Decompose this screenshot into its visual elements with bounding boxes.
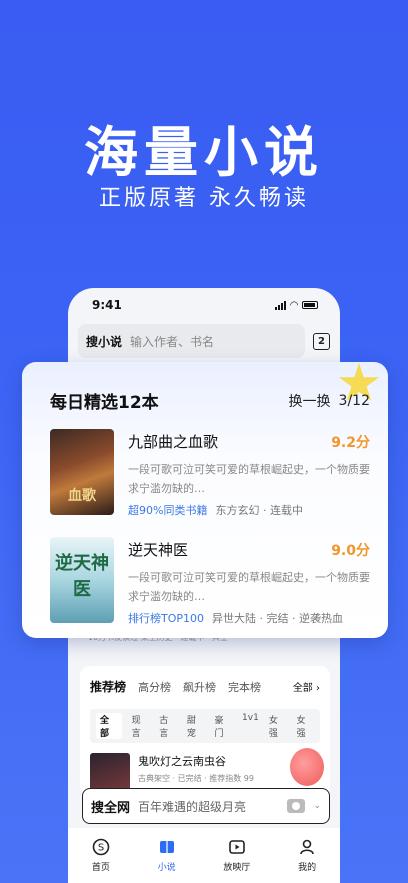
nav-profile[interactable]: 我的 xyxy=(298,838,316,873)
book-cover: 逆天神医 xyxy=(50,537,114,623)
daily-header: 每日精选12本 换一换 3/12 xyxy=(50,362,380,413)
book-cover: 血歌 xyxy=(50,429,114,515)
book-tags: 东方玄幻 · 连载中 xyxy=(215,504,303,517)
daily-picks-card: 每日精选12本 换一换 3/12 血歌 九部曲之血歌 9.2分 一段可歌可泣可笑… xyxy=(22,362,388,638)
ranking-tabs: 推荐榜 高分榜 飙升榜 完本榜 全部 › xyxy=(90,678,320,695)
tab-completed[interactable]: 完本榜 xyxy=(228,679,261,695)
home-s-icon: S xyxy=(92,838,110,856)
ranking-item-title: 鬼吹灯之云南虫谷 xyxy=(138,755,226,768)
battery-icon xyxy=(302,301,318,309)
nav-home[interactable]: S 首页 xyxy=(92,838,110,873)
nav-label: 首页 xyxy=(91,863,110,873)
decoration-balloon xyxy=(290,748,324,786)
search-row: 搜小说 输入作者、书名 2 xyxy=(68,322,340,360)
filter-item[interactable]: 甜宠 xyxy=(187,713,205,739)
signal-icon xyxy=(275,300,287,310)
filter-item[interactable]: 女强 xyxy=(269,713,287,739)
nav-label: 小说 xyxy=(157,863,176,873)
svg-text:S: S xyxy=(98,843,104,854)
book-description: 一段可歌可泣可笑可爱的草根崛起史，一个物质要求宁滥勿缺的… xyxy=(128,571,370,603)
daily-title: 每日精选12本 xyxy=(50,393,159,413)
nav-label: 我的 xyxy=(298,863,317,873)
tab-recommend[interactable]: 推荐榜 xyxy=(90,678,126,695)
cover-text: 逆天神医 xyxy=(55,553,109,600)
ranking-filters: 全部 现言 古言 甜宠 豪门 1v1 女强 女强 xyxy=(90,709,320,743)
book-item[interactable]: 逆天神医 逆天神医 9.0分 一段可歌可泣可笑可爱的草根崛起史，一个物质要求宁滥… xyxy=(50,537,370,629)
filter-item[interactable]: 古言 xyxy=(159,713,177,739)
search-input[interactable]: 搜小说 输入作者、书名 xyxy=(78,324,305,358)
book-item[interactable]: 血歌 九部曲之血歌 9.2分 一段可歌可泣可笑可爱的草根崛起史，一个物质要求宁滥… xyxy=(50,429,370,521)
search-placeholder: 输入作者、书名 xyxy=(130,334,215,349)
nav-theater[interactable]: 放映厅 xyxy=(223,838,250,873)
status-icons: ◠ xyxy=(275,300,318,311)
book-score: 9.2分 xyxy=(331,434,370,451)
filter-item[interactable]: 现言 xyxy=(132,713,150,739)
cover-text: 血歌 xyxy=(68,488,96,504)
status-time: 9:41 xyxy=(92,298,122,312)
book-cover xyxy=(90,753,130,793)
refresh-label: 换一换 xyxy=(288,393,331,410)
book-highlight: 超90%同类书籍 xyxy=(128,504,208,517)
ranking-card: 推荐榜 高分榜 飙升榜 完本榜 全部 › 全部 现言 古言 甜宠 豪门 1v1 … xyxy=(80,666,330,796)
hero-title: 海量小说 xyxy=(84,121,324,184)
book-icon xyxy=(158,838,176,856)
status-bar: 9:41 ◠ xyxy=(68,288,340,322)
book-score: 9.0分 xyxy=(331,542,370,559)
book-tags: 异世大陆 · 完结 · 逆袭热血 xyxy=(212,612,343,625)
global-search-brand: 搜全网 xyxy=(91,800,131,816)
tab-rising[interactable]: 飙升榜 xyxy=(183,679,216,695)
play-icon xyxy=(228,838,246,856)
page-indicator: 3/12 xyxy=(338,392,370,409)
book-title: 九部曲之血歌 xyxy=(128,433,219,451)
camera-icon[interactable] xyxy=(287,799,306,813)
filter-all[interactable]: 全部 xyxy=(96,713,122,739)
refresh-button[interactable]: 换一换 3/12 xyxy=(288,362,380,411)
tab-high-score[interactable]: 高分榜 xyxy=(138,679,171,695)
nav-label: 放映厅 xyxy=(223,863,251,873)
ranking-list-item[interactable]: 鬼吹灯之云南虫谷 古典架空 · 已完结 · 推荐指数 99 xyxy=(90,753,320,793)
hero-subtitle: 正版原著 永久畅读 xyxy=(99,186,309,211)
wifi-icon: ◠ xyxy=(290,299,298,311)
filter-item[interactable]: 豪门 xyxy=(214,713,232,739)
user-icon xyxy=(298,838,316,856)
global-search-placeholder: 百年难遇的超级月亮 xyxy=(138,799,247,814)
filter-item[interactable]: 女强 xyxy=(296,713,314,739)
book-description: 一段可歌可泣可笑可爱的草根崛起史，一个物质要求宁滥勿缺的… xyxy=(128,463,370,495)
ranking-all-link[interactable]: 全部 › xyxy=(293,679,320,694)
global-search-input[interactable]: 搜全网 百年难遇的超级月亮 ⌄ xyxy=(82,788,330,824)
book-meta: 排行榜TOP100 异世大陆 · 完结 · 逆袭热血 xyxy=(128,610,370,626)
book-highlight: 排行榜TOP100 xyxy=(128,612,205,625)
filter-item[interactable]: 1v1 xyxy=(242,713,259,739)
book-meta: 超90%同类书籍 东方玄幻 · 连载中 xyxy=(128,502,370,518)
search-brand: 搜小说 xyxy=(86,334,123,349)
tab-count-button[interactable]: 2 xyxy=(313,332,330,350)
book-title: 逆天神医 xyxy=(128,541,189,559)
nav-novel[interactable]: 小说 xyxy=(158,838,176,873)
ranking-item-meta: 古典架空 · 已完结 · 推荐指数 99 xyxy=(138,774,254,783)
bottom-navigation: S 首页 小说 放映厅 我的 xyxy=(68,828,340,883)
chevron-down-icon[interactable]: ⌄ xyxy=(313,801,321,811)
